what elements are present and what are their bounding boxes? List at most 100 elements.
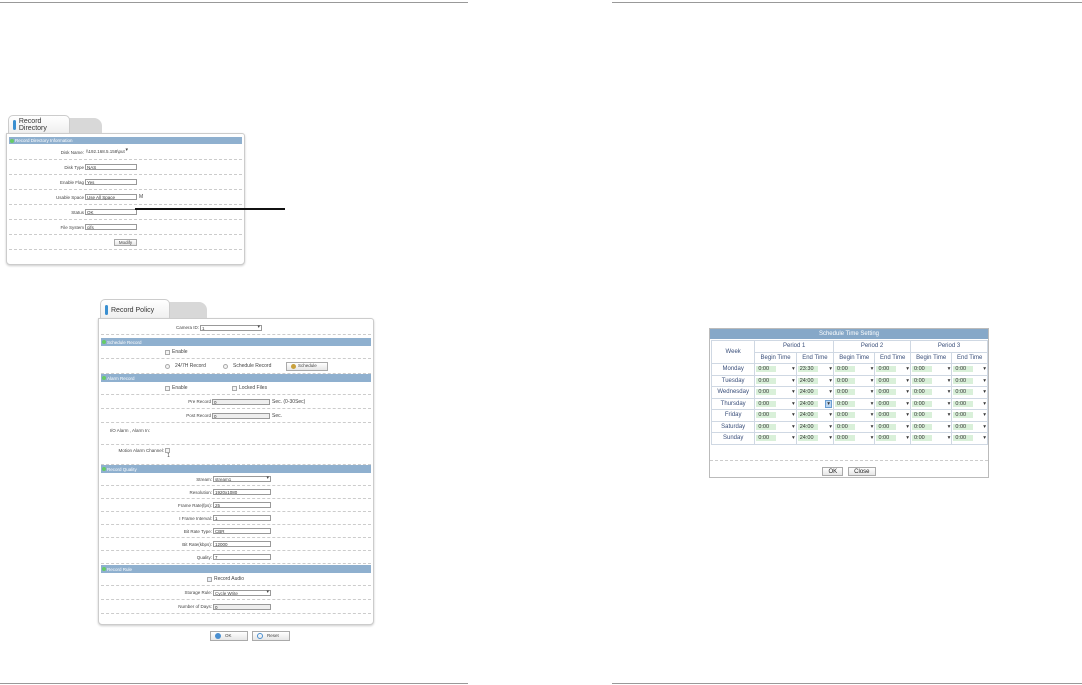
chevron-down-icon[interactable]: ▾ [792,378,795,384]
time-select[interactable]: 0:00 ▾ [756,412,795,419]
chevron-down-icon[interactable]: ▾ [829,389,832,395]
radio-247[interactable] [165,363,170,369]
chevron-down-icon[interactable]: ▾ [948,424,951,430]
time-select[interactable]: 0:00 ▾ [756,377,795,384]
field-input[interactable]: OK [85,209,137,215]
field-input[interactable]: 1 [213,515,271,521]
time-select[interactable]: 0:00 ▾ [835,366,874,373]
locked-files-checkbox[interactable] [232,385,237,391]
modify-button[interactable]: Modify [113,238,138,246]
chevron-down-icon[interactable]: ▾ [948,435,951,441]
time-select[interactable]: 0:00 ▾ [876,423,909,430]
chevron-down-icon[interactable]: ▾ [948,412,951,418]
field-input[interactable]: 7 [213,554,271,560]
time-select[interactable]: 24:00 ▾ [797,435,832,442]
field-input[interactable]: stream1 [213,476,271,482]
time-select[interactable]: 0:00 ▾ [835,377,874,384]
field-input[interactable]: Yes [85,179,137,185]
reset-button[interactable]: Reset [252,631,290,641]
schedule-ok-button[interactable]: OK [822,467,844,476]
ok-button[interactable]: OK [210,631,248,641]
time-select[interactable]: 0:00 ▾ [876,377,909,384]
chevron-down-icon[interactable]: ▾ [829,366,832,372]
chevron-down-icon[interactable]: ▾ [871,401,874,407]
chevron-down-icon[interactable]: ▾ [871,378,874,384]
field-input[interactable]: 25 [213,502,271,508]
chevron-down-icon[interactable]: ▾ [829,424,832,430]
time-select[interactable]: 24:00 ▾ [797,412,832,419]
time-select[interactable]: 0:00 ▾ [756,400,795,407]
chevron-down-icon[interactable]: ▾ [829,435,832,441]
time-select[interactable]: 0:00 ▾ [911,377,951,384]
camera-id-select[interactable]: 1 [200,324,262,331]
time-select[interactable]: 0:00 ▾ [911,389,950,396]
chevron-down-icon[interactable]: ▾ [871,424,874,430]
time-select[interactable]: 0:00 ▾ [953,400,986,407]
chevron-down-icon[interactable]: ▾ [829,412,832,418]
field-input[interactable]: \\192.168.5.158\put [85,148,129,155]
pre-record-input[interactable]: 0 [212,398,270,405]
field-input[interactable]: 1920x1080 [213,489,271,495]
time-select[interactable]: 0:00 ▾ [953,423,986,430]
field-input[interactable]: 12000 [213,541,271,547]
time-select[interactable]: 0:00 ▾ [835,400,874,407]
time-select[interactable]: 0:00 ▾ [756,389,795,396]
chevron-down-icon[interactable]: ▾ [948,378,951,384]
tab-inactive[interactable] [66,118,102,134]
chevron-down-icon[interactable]: ▾ [906,435,909,441]
time-select[interactable]: 0:00 ▾ [756,435,795,442]
time-select[interactable]: 0:00 ▾ [953,366,986,373]
time-select[interactable]: 0:00 ▾ [835,423,874,430]
days-input[interactable]: 0 [213,603,271,610]
chevron-down-icon[interactable]: ▾ [871,412,874,418]
chevron-down-icon[interactable]: ▾ [792,401,795,407]
time-select[interactable]: 0:00 ▾ [835,412,874,419]
chevron-down-icon[interactable]: ▾ [792,424,795,430]
time-select[interactable]: 0:00 ▾ [876,389,909,396]
time-select[interactable]: 0:00 ▾ [756,423,795,430]
chevron-down-icon[interactable]: ▾ [983,412,986,418]
time-select[interactable]: 0:00 ▾ [876,400,909,407]
chevron-down-icon[interactable]: ▾ [983,366,986,372]
post-record-input[interactable]: 0 [212,412,270,419]
time-select[interactable]: 0:00 ▾ [953,435,986,442]
chevron-down-icon[interactable]: ▾ [983,389,986,395]
tab-record-directory[interactable]: Record Directory [8,115,70,134]
time-select[interactable]: 24:00 ▾ [797,423,832,430]
time-select[interactable]: 0:00 ▾ [911,435,951,442]
chevron-down-icon[interactable]: ▾ [871,366,874,372]
chevron-down-icon[interactable]: ▾ [983,424,986,430]
schedule-close-button[interactable]: Close [848,467,876,476]
time-select[interactable]: 0:00 ▾ [911,366,951,373]
chevron-down-icon[interactable]: ▾ [906,412,909,418]
time-select[interactable]: 0:00 ▾ [876,366,909,373]
field-input[interactable]: cifs [85,224,137,230]
chevron-down-icon[interactable]: ▾ [825,399,833,408]
record-audio-checkbox[interactable] [207,576,212,582]
field-input[interactable]: Use All Space [85,194,137,200]
chevron-down-icon[interactable]: ▾ [906,366,909,372]
time-select[interactable]: 0:00 ▾ [953,377,986,384]
chevron-down-icon[interactable]: ▾ [906,389,909,395]
field-input[interactable]: CBR [213,528,271,534]
field-input[interactable]: NAS [85,164,137,170]
time-select[interactable]: 0:00 ▾ [911,400,951,407]
chevron-down-icon[interactable]: ▾ [948,401,951,407]
alarm-enable-checkbox[interactable] [165,385,170,391]
chevron-down-icon[interactable]: ▾ [871,435,874,441]
time-select[interactable]: 0:00 ▾ [953,389,986,396]
time-select[interactable]: 0:00 ▾ [911,412,951,419]
time-select[interactable]: 23:30 ▾ [797,366,832,373]
chevron-down-icon[interactable]: ▾ [906,401,909,407]
chevron-down-icon[interactable]: ▾ [792,366,795,372]
chevron-down-icon[interactable]: ▾ [948,366,951,372]
chevron-down-icon[interactable]: ▾ [906,424,909,430]
schedule-button[interactable]: Schedule [286,361,328,371]
time-select[interactable]: 0:00 ▾ [835,389,873,396]
time-select[interactable]: 24:00 ▾ [797,399,833,408]
time-select[interactable]: 24:00 ▾ [797,389,832,396]
schedule-enable-checkbox[interactable] [165,349,170,355]
time-select[interactable]: 0:00 ▾ [876,412,909,419]
time-select[interactable]: 0:00 ▾ [835,435,874,442]
chevron-down-icon[interactable]: ▾ [792,389,795,395]
